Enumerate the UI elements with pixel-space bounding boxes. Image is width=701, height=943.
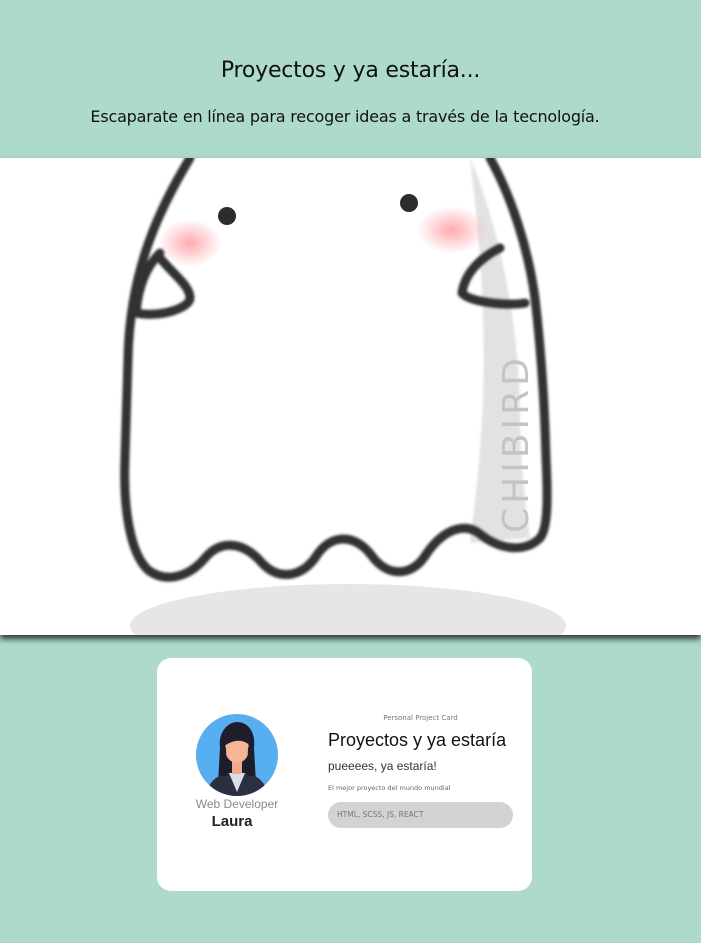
ghost-banner-image: CHIBIRD [0, 158, 701, 635]
tech-stack-text: HTML, SCSS, JS, REACT [337, 810, 424, 819]
page-header: Proyectos y ya estaría... Escaparate en … [0, 0, 701, 158]
page-title: Proyectos y ya estaría... [220, 58, 481, 83]
page-subtitle: Escaparate en línea para recoger ideas a… [90, 107, 600, 126]
card-label: Personal Project Card [383, 714, 458, 722]
tech-stack-pill: HTML, SCSS, JS, REACT [328, 802, 513, 828]
card-description: El mejor proyecto del mundo mundial [328, 784, 451, 792]
page: Proyectos y ya estaría... Escaparate en … [0, 0, 701, 943]
woman-avatar-icon [196, 714, 278, 796]
project-card: Web Developer Laura Personal Project Car… [157, 658, 532, 891]
card-title: Proyectos y ya estaría [328, 730, 507, 750]
role-label: Web Developer [195, 797, 279, 811]
chibird-watermark: CHIBIRD [496, 354, 537, 533]
ghost-illustration: CHIBIRD [120, 158, 566, 635]
user-name: Laura [211, 813, 253, 830]
card-text: pueeees, ya estaría! [328, 759, 437, 773]
